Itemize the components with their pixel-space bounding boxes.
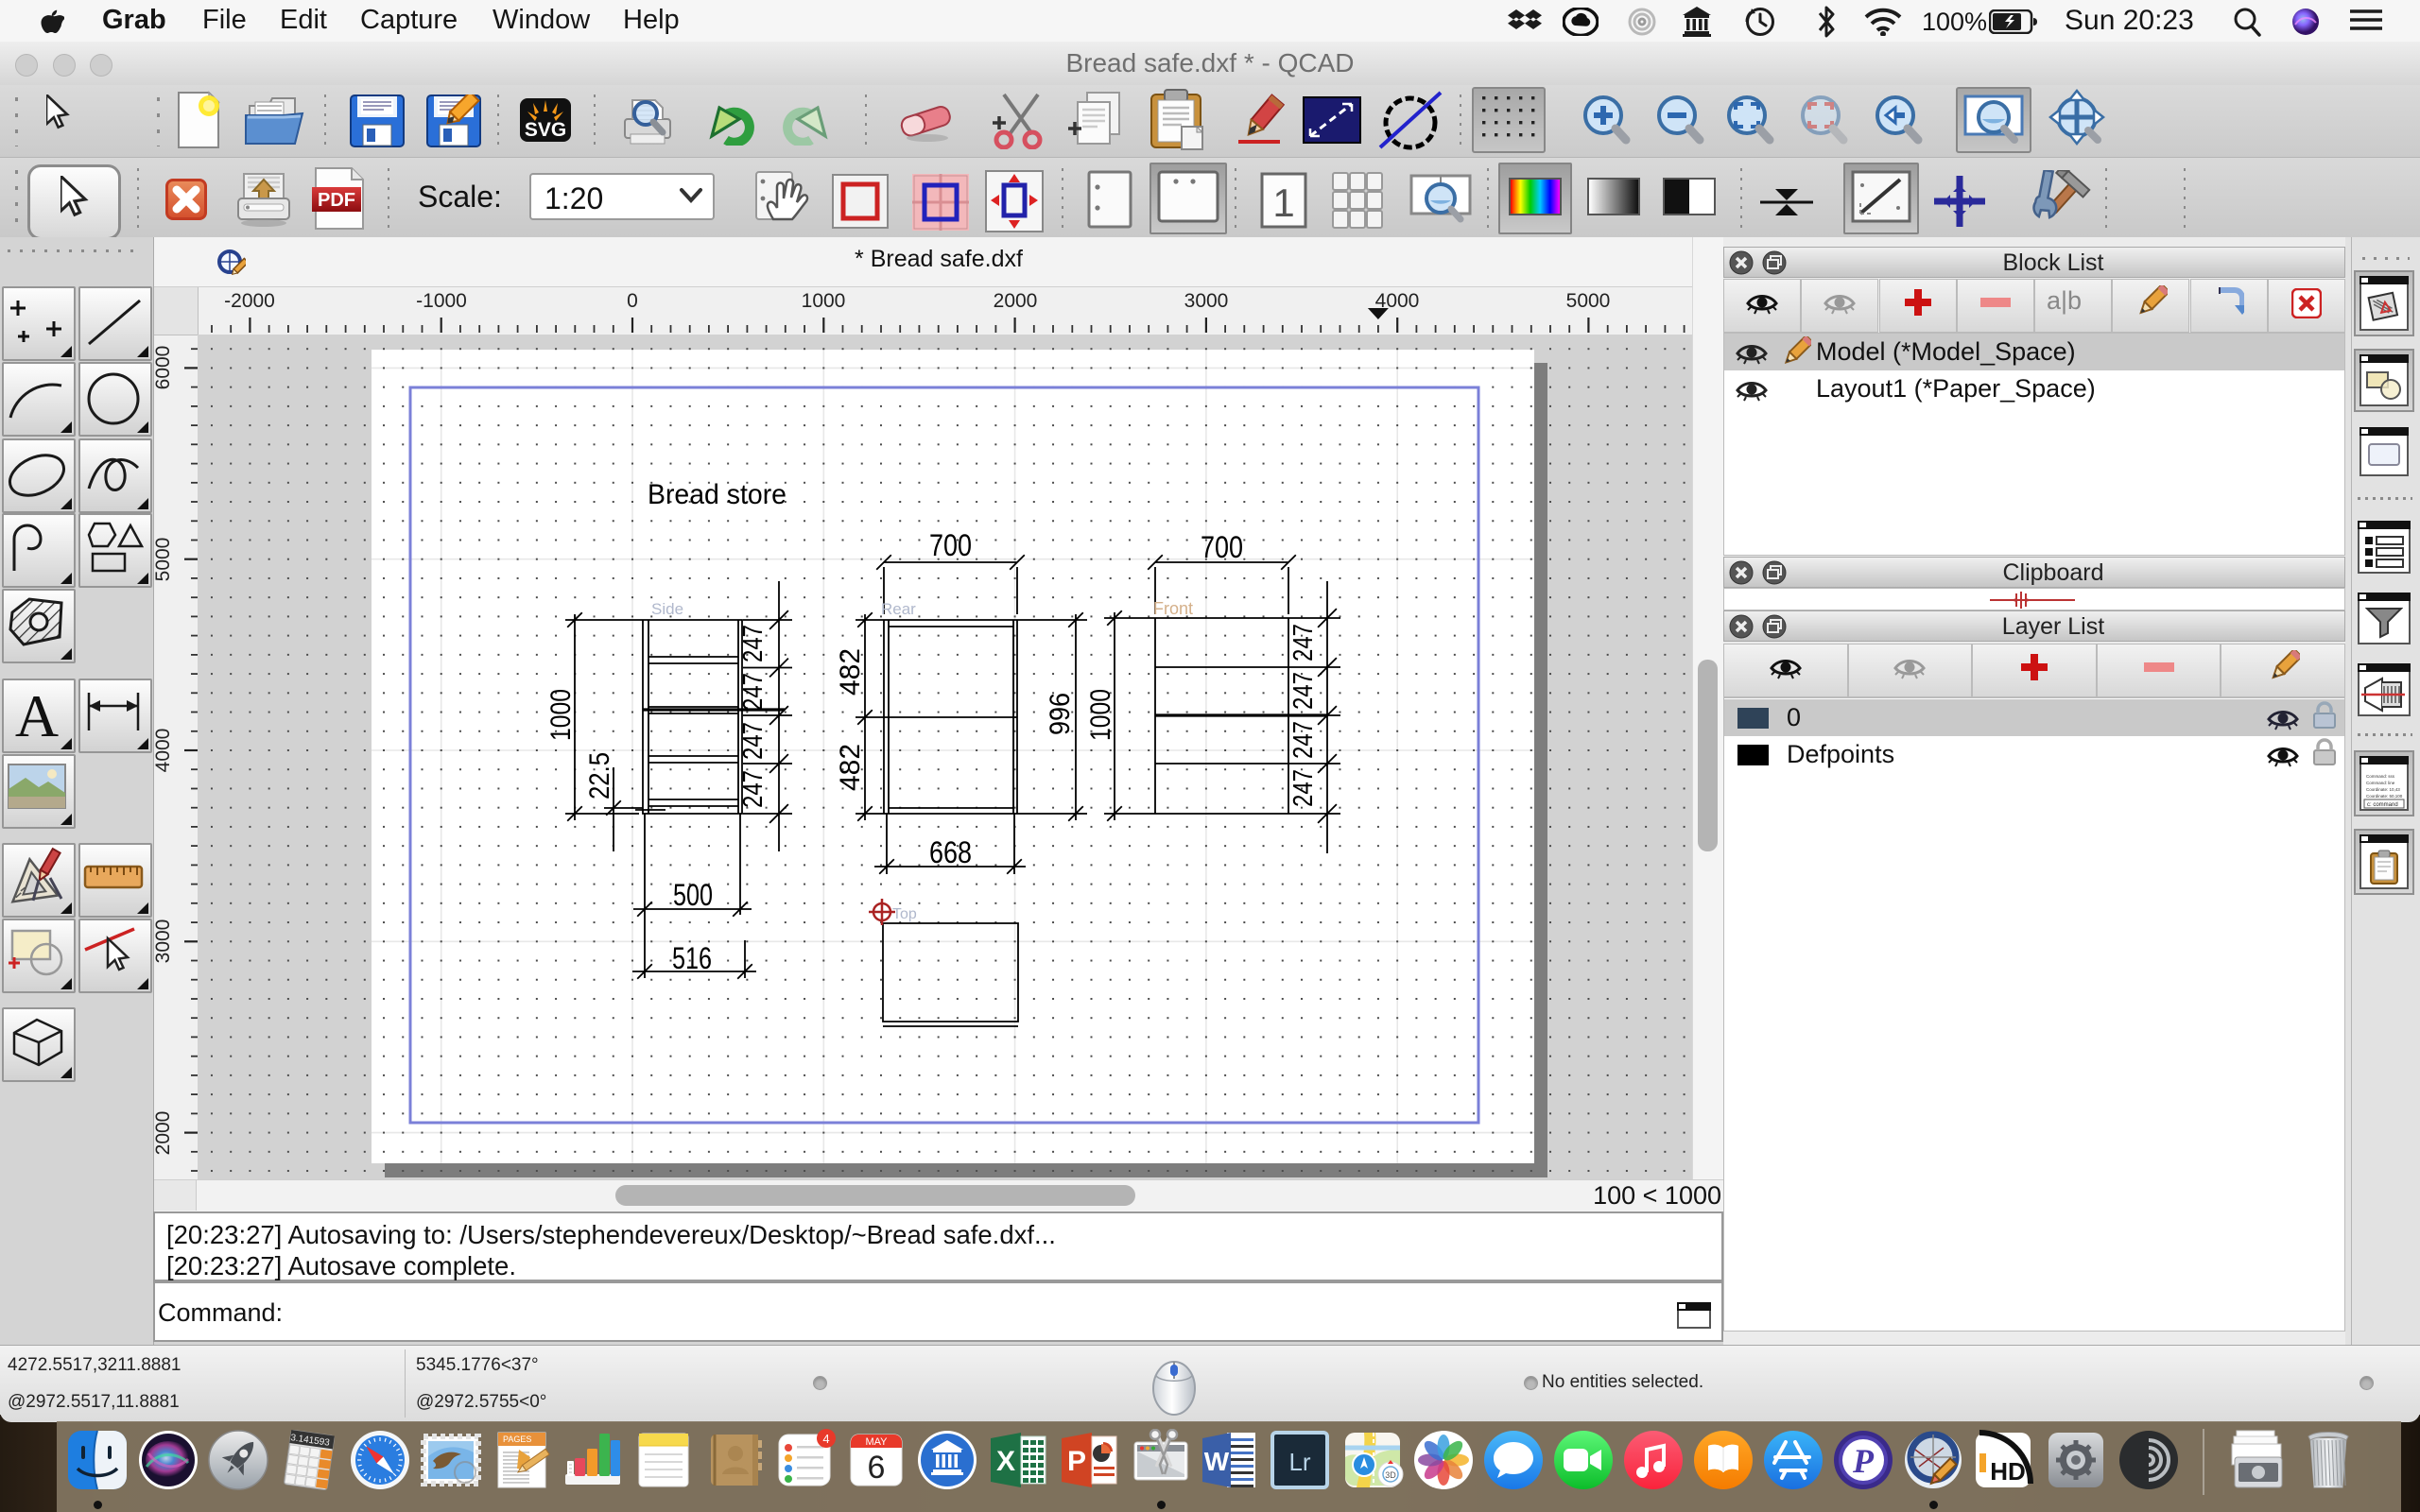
- svg-text:HD: HD: [1990, 1457, 2026, 1486]
- svg-text:P: P: [1067, 1446, 1086, 1477]
- svg-text:-1000: -1000: [416, 290, 467, 312]
- svg-text:247: 247: [738, 673, 769, 711]
- svg-text:6: 6: [868, 1450, 886, 1486]
- svg-text:700: 700: [1201, 530, 1243, 564]
- svg-text:22.5: 22.5: [584, 752, 615, 799]
- svg-text:1: 1: [1272, 180, 1294, 225]
- svg-text:Top: Top: [892, 906, 917, 922]
- svg-text:247: 247: [1288, 769, 1319, 807]
- svg-text:PDF: PDF: [318, 190, 355, 211]
- svg-text:668: 668: [929, 835, 972, 869]
- svg-text:247: 247: [1288, 624, 1319, 662]
- svg-text:Bread store: Bread store: [648, 479, 786, 510]
- svg-text:3000: 3000: [1184, 290, 1229, 312]
- svg-text:Lr: Lr: [1288, 1448, 1310, 1476]
- svg-text:Coordinate: 50,100: Coordinate: 50,100: [2366, 794, 2403, 799]
- svg-text:W: W: [1204, 1447, 1230, 1476]
- svg-text:MAY: MAY: [865, 1436, 888, 1448]
- svg-text:1000: 1000: [1085, 689, 1116, 741]
- svg-text:996: 996: [1045, 693, 1076, 735]
- svg-text:3D: 3D: [1385, 1470, 1396, 1480]
- svg-text:Coordinate: 10,43: Coordinate: 10,43: [2366, 787, 2400, 792]
- svg-text:Command: line: Command: line: [2366, 781, 2395, 785]
- svg-text:Rear: Rear: [881, 600, 916, 618]
- svg-text:0: 0: [627, 290, 638, 312]
- svg-text:516: 516: [672, 941, 712, 975]
- svg-text:2000: 2000: [154, 1111, 174, 1156]
- svg-text:247: 247: [738, 722, 769, 760]
- svg-text:500: 500: [673, 878, 713, 912]
- svg-text:1000: 1000: [802, 290, 846, 312]
- svg-text:4000: 4000: [154, 729, 174, 773]
- svg-text:5000: 5000: [154, 538, 174, 582]
- svg-text:482: 482: [835, 648, 866, 696]
- svg-text:3000: 3000: [154, 919, 174, 964]
- svg-text:247: 247: [1288, 672, 1319, 710]
- svg-text:PAGES: PAGES: [503, 1435, 531, 1444]
- svg-text:482: 482: [835, 744, 866, 791]
- svg-text:Command: sss: Command: sss: [2366, 774, 2395, 779]
- svg-text:700: 700: [929, 528, 972, 562]
- svg-text:Front: Front: [1153, 599, 1193, 618]
- svg-text:X: X: [996, 1446, 1015, 1477]
- svg-text:-2000: -2000: [224, 290, 275, 312]
- svg-text:P: P: [1852, 1442, 1875, 1480]
- svg-text:A: A: [15, 682, 59, 749]
- svg-text:6000: 6000: [154, 346, 174, 390]
- svg-text:4: 4: [822, 1432, 829, 1446]
- svg-text:SVG: SVG: [525, 119, 566, 141]
- svg-text:247: 247: [738, 770, 769, 808]
- svg-text:1000: 1000: [545, 689, 577, 741]
- svg-text:2000: 2000: [994, 290, 1038, 312]
- svg-text:c: command: c: command: [2367, 802, 2398, 808]
- svg-text:5000: 5000: [1566, 290, 1611, 312]
- svg-text:Side: Side: [651, 600, 683, 618]
- svg-text:247: 247: [738, 625, 769, 662]
- svg-text:247: 247: [1288, 721, 1319, 759]
